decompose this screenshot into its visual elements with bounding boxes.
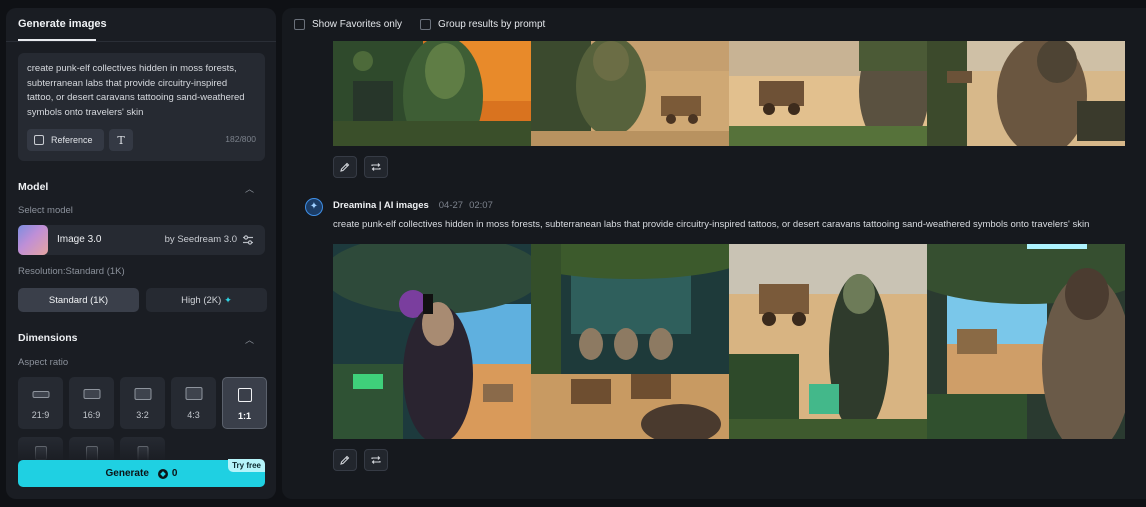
result-meta: Dreamina | AI images 04-27 02:07 — [333, 200, 493, 211]
text-format-icon: T — [117, 133, 125, 147]
ratio-shape-icon — [83, 389, 100, 399]
ratio-shape-icon — [237, 388, 252, 402]
aspect-ratio-label: 4:3 — [187, 410, 200, 420]
repeat-icon — [371, 163, 381, 171]
generated-image[interactable] — [927, 244, 1125, 439]
credit-icon — [157, 468, 168, 479]
select-model-label: Select model — [18, 205, 73, 216]
pencil-icon — [340, 162, 350, 172]
sparkle-icon: ✦ — [224, 294, 232, 305]
regenerate-button[interactable] — [364, 156, 388, 178]
resolution-label: Resolution:Standard (1K) — [18, 266, 125, 277]
sliders-icon[interactable] — [242, 234, 254, 246]
group-checkbox[interactable] — [420, 18, 432, 30]
generated-image[interactable] — [333, 244, 531, 439]
model-thumbnail — [18, 225, 48, 255]
generated-image[interactable] — [333, 41, 531, 146]
panel-tabs: Generate images — [6, 8, 276, 42]
repeat-icon — [371, 456, 381, 464]
generated-image[interactable] — [531, 244, 729, 439]
generated-image[interactable] — [729, 41, 927, 146]
tab-generate-images[interactable]: Generate images — [18, 18, 107, 30]
aspect-ratio-1-1[interactable]: 1:1 — [222, 377, 267, 429]
pencil-icon — [340, 455, 350, 465]
image-strip — [333, 244, 1125, 439]
group-label[interactable]: Group results by prompt — [438, 19, 545, 30]
result-prompt: create punk-elf collectives hidden in mo… — [333, 219, 1090, 230]
reference-label: Reference — [51, 135, 93, 145]
image-strip-previous — [333, 41, 1125, 146]
generate-button[interactable]: Generate 0 Try free — [18, 459, 265, 487]
reference-button[interactable]: Reference — [27, 129, 104, 151]
model-provider: by Seedream 3.0 — [164, 234, 237, 245]
aspect-ratio-label: 21:9 — [31, 410, 50, 420]
favorites-checkbox[interactable] — [294, 18, 305, 30]
aspect-ratio-label: 16:9 — [82, 410, 101, 420]
generated-image[interactable] — [729, 244, 927, 439]
generated-image[interactable] — [531, 41, 729, 146]
generated-image[interactable] — [927, 41, 1125, 146]
ratio-shape-icon — [134, 388, 151, 400]
left-panel: Generate images create punk-elf collecti… — [6, 8, 276, 499]
resolution-toggle: Standard (1K) High (2K) ✦ — [18, 288, 267, 312]
generate-label: Generate — [105, 468, 149, 479]
char-counter: 182/800 — [225, 134, 256, 144]
author-avatar: ✦ — [305, 198, 323, 216]
model-section-title: Model — [18, 181, 49, 193]
resolution-standard-label: Standard (1K) — [48, 294, 109, 306]
ratio-shape-icon — [32, 391, 49, 398]
aspect-ratio-3-2[interactable]: 3:2 — [120, 377, 165, 429]
result-time: 02:07 — [469, 200, 493, 211]
resolution-high-button[interactable]: High (2K) ✦ — [146, 288, 267, 312]
aspect-ratio-label: 3:2 — [136, 410, 149, 420]
aspect-ratio-label: 1:1 — [237, 411, 251, 421]
aspect-ratio-4-3[interactable]: 4:3 — [171, 377, 216, 429]
reference-icon — [34, 135, 44, 145]
ratio-shape-icon — [185, 387, 202, 400]
try-free-badge: Try free — [228, 459, 265, 472]
dimensions-section-title: Dimensions — [18, 332, 78, 344]
text-format-button[interactable]: T — [109, 129, 133, 151]
edit-button[interactable] — [333, 449, 357, 471]
model-selector[interactable]: Image 3.0 by Seedream 3.0 — [18, 225, 265, 255]
filter-bar: Show Favorites only Group results by pro… — [294, 17, 545, 31]
model-name: Image 3.0 — [57, 234, 102, 245]
result-date: 04-27 — [438, 200, 464, 211]
resolution-standard-button[interactable]: Standard (1K) — [18, 288, 139, 312]
prompt-input[interactable]: create punk-elf collectives hidden in mo… — [18, 53, 265, 161]
credit-count: 0 — [171, 468, 178, 479]
regenerate-button[interactable] — [364, 449, 388, 471]
edit-button[interactable] — [333, 156, 357, 178]
results-area: Show Favorites only Group results by pro… — [282, 8, 1146, 499]
active-tab-underline — [18, 39, 96, 41]
star-icon: ✦ — [309, 201, 319, 212]
prompt-text[interactable]: create punk-elf collectives hidden in mo… — [27, 62, 255, 120]
aspect-ratio-16-9[interactable]: 16:9 — [69, 377, 114, 429]
resolution-high-label: High (2K) — [181, 294, 222, 306]
model-collapse-chevron-icon[interactable]: ︿ — [245, 182, 254, 195]
favorites-label[interactable]: Show Favorites only — [312, 19, 402, 30]
author-name: Dreamina | AI images — [333, 200, 429, 211]
dimensions-collapse-chevron-icon[interactable]: ︿ — [245, 333, 254, 346]
aspect-ratio-label: Aspect ratio — [18, 357, 69, 368]
aspect-ratio-21-9[interactable]: 21:9 — [18, 377, 63, 429]
